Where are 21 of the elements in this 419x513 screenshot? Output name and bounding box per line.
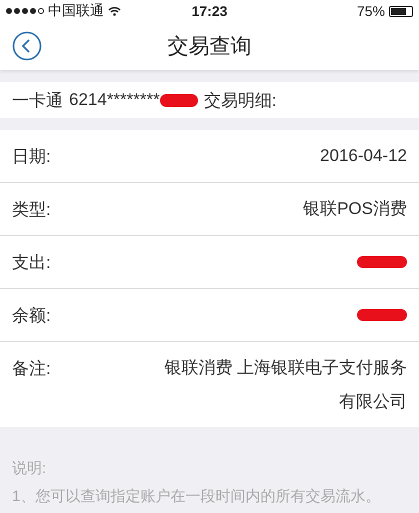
field-label: 日期: (12, 146, 51, 168)
note-text: 1、您可以查询指定账户在一段时间内的所有交易流水。 (12, 487, 382, 507)
card-number: 6214******** (69, 90, 160, 110)
field-label: 支出: (12, 252, 51, 274)
field-label: 类型: (12, 199, 51, 221)
wifi-icon (108, 6, 121, 16)
field-label: 余额: (12, 305, 51, 327)
back-icon[interactable] (12, 31, 42, 61)
card-label: 一卡通 (12, 90, 63, 112)
carrier-name: 中国联通 (48, 2, 104, 20)
status-time: 17:23 (192, 3, 228, 19)
field-value: 银联消费 上海银联电子支付服务有限公司 (163, 357, 407, 413)
field-label: 备注: (12, 358, 51, 380)
battery-icon (389, 6, 414, 16)
notes-title: 说明: (12, 459, 48, 479)
detail-heading: 交易明细: (204, 90, 276, 112)
field-value: 银联POS消费 (302, 198, 407, 220)
battery-percent: 75% (356, 3, 386, 19)
field-value: 2016-04-12 (319, 145, 407, 167)
page-title: 交易查询 (168, 34, 252, 60)
signal-icon (6, 8, 44, 14)
